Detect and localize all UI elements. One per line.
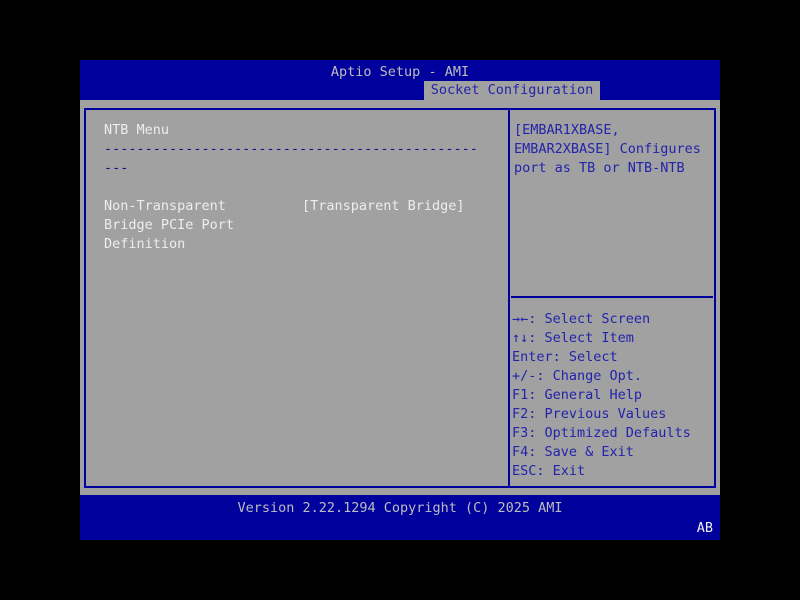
footer-version-text: Version 2.22.1294 Copyright (C) 2025 AMI (80, 501, 720, 516)
menu-separator-line2: --- (104, 161, 128, 176)
legend-f2-previous-values: F2: Previous Values (512, 407, 666, 422)
menu-item-label-line1: Non-Transparent (104, 199, 226, 214)
legend-f4-save-exit: F4: Save & Exit (512, 445, 634, 460)
help-divider (511, 296, 713, 298)
menu-separator-line1: ----------------------------------------… (104, 142, 478, 157)
footer-bar: Version 2.22.1294 Copyright (C) 2025 AMI… (80, 495, 720, 540)
help-text-line2: EMBAR2XBASE] Configures (514, 142, 701, 157)
menu-item-value[interactable]: [Transparent Bridge] (302, 199, 465, 214)
legend-select-item: ↑↓: Select Item (512, 331, 634, 346)
footer-build-id: AB (697, 521, 713, 536)
legend-change-opt: +/-: Change Opt. (512, 369, 642, 384)
help-text-line3: port as TB or NTB-NTB (514, 161, 685, 176)
legend-esc-exit: ESC: Exit (512, 464, 585, 479)
legend-f1-general-help: F1: General Help (512, 388, 642, 403)
legend-f3-optimized-defaults: F3: Optimized Defaults (512, 426, 691, 441)
setup-title: Aptio Setup - AMI (80, 65, 720, 80)
menu-item-label-line3: Definition (104, 237, 185, 252)
header-bar: Aptio Setup - AMI (80, 60, 720, 100)
bios-viewport: Aptio Setup - AMI Socket Configuration N… (0, 0, 800, 600)
legend-enter-select: Enter: Select (512, 350, 618, 365)
panel-divider (508, 108, 510, 488)
help-text-line1: [EMBAR1XBASE, (514, 123, 620, 138)
menu-subtitle: NTB Menu (104, 123, 169, 138)
menu-item-label-line2: Bridge PCIe Port (104, 218, 234, 233)
legend-select-screen: →←: Select Screen (512, 312, 650, 327)
tab-socket-configuration[interactable]: Socket Configuration (424, 81, 600, 100)
bios-screen: Aptio Setup - AMI Socket Configuration N… (80, 60, 720, 540)
